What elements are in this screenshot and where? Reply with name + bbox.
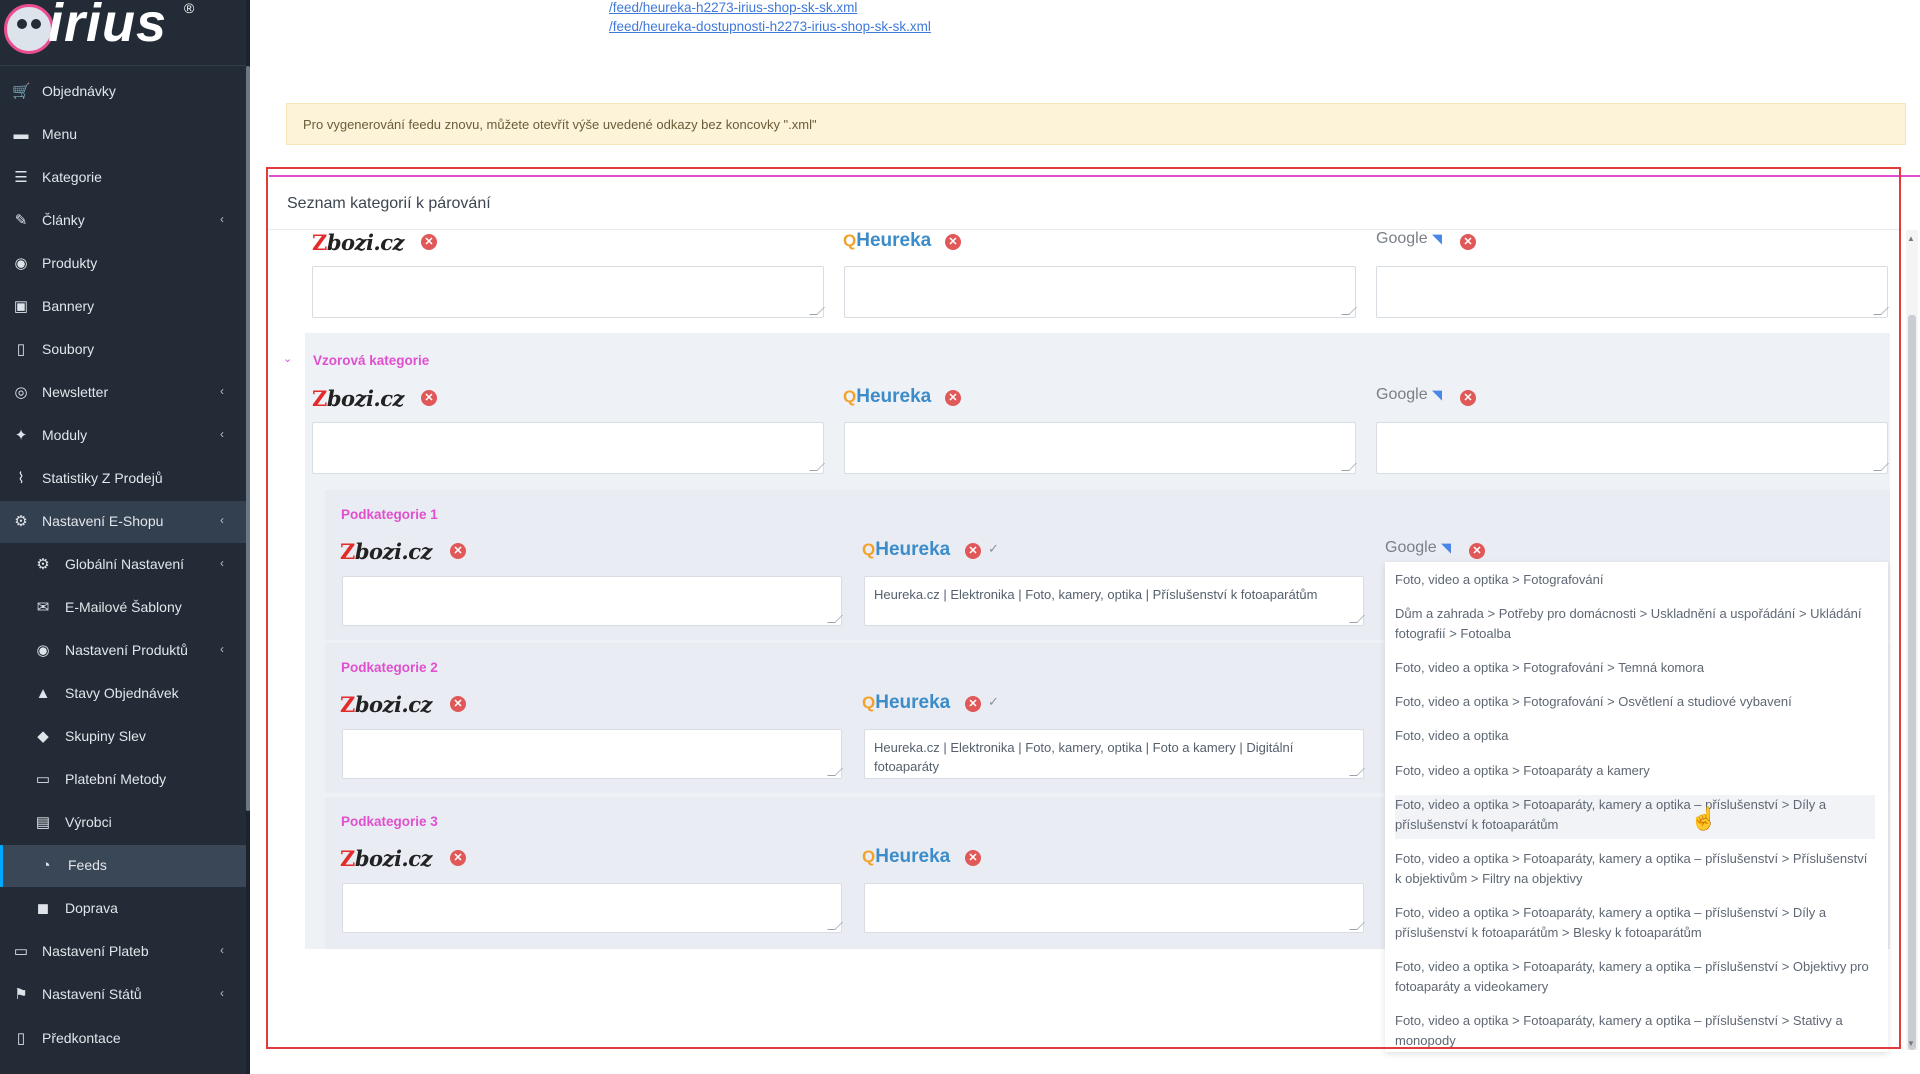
sidebar-item-label: Moduly [42, 427, 88, 443]
file-icon: ▯ [16, 341, 26, 358]
brand-logo[interactable]: irius ® [0, 0, 250, 66]
sidebar-item-label: Nastavení Plateb [42, 943, 149, 959]
sidebar-item-4[interactable]: ✎ Články ‹ [0, 200, 246, 242]
sidebar-item-2[interactable]: ▬ Menu [0, 114, 246, 156]
feed-link-heureka[interactable]: /feed/heureka-h2273-irius-shop-sk-sk.xml [609, 0, 857, 15]
highlight-box [266, 167, 1901, 1049]
gear-icon: ⚙ [36, 556, 50, 573]
scroll-up-icon[interactable]: ▲ [1907, 234, 1915, 243]
sidebar-item-label: Skupiny Slev [65, 728, 146, 744]
sidebar-item-10[interactable]: ⌇ Statistiky Z Prodejů [0, 458, 246, 500]
chevron-left-icon: ‹ [220, 513, 224, 527]
mascot-icon [4, 4, 54, 54]
sidebar-item-16[interactable]: ◆ Skupiny Slev [0, 716, 246, 758]
sidebar-item-label: Stavy Objednávek [65, 685, 179, 701]
sidebar: irius ® 🛒 Objednávky ▬ Menu ☰ Kategorie ✎ Článk… [0, 0, 250, 1074]
settings-icon: ⚙ [14, 513, 28, 530]
sidebar-item-8[interactable]: ◎ Newsletter ‹ [0, 372, 246, 414]
sidebar-item-label: Výrobci [65, 814, 112, 830]
sidebar-item-label: E-Mailové Šablony [65, 599, 182, 615]
content-scrollbar[interactable]: ▲ ▼ [1906, 230, 1918, 1050]
chevron-left-icon: ‹ [220, 427, 224, 441]
list-icon: ☰ [14, 169, 28, 186]
sidebar-item-label: Soubory [42, 341, 95, 357]
rss-icon: ◔ [41, 857, 51, 874]
registered-mark: ® [184, 0, 195, 16]
credit-card-icon: ▭ [13, 943, 29, 960]
sidebar-item-label: Newsletter [42, 384, 109, 400]
alert-text: Pro vygenerování feedu znovu, můžete ote… [303, 117, 817, 132]
scroll-down-icon[interactable]: ▼ [1907, 1039, 1915, 1048]
sidebar-item-label: Produkty [42, 255, 98, 271]
envelope-icon: ✉ [36, 599, 50, 616]
sidebar-item-19[interactable]: ◔ Feeds [0, 845, 246, 887]
chevron-left-icon: ‹ [220, 943, 224, 957]
chevron-left-icon: ‹ [220, 556, 224, 570]
puzzle-icon: ✦ [14, 427, 28, 444]
chevron-left-icon: ‹ [220, 642, 224, 656]
image-icon: ▣ [13, 298, 29, 315]
feed-link-heureka-dostupnosti[interactable]: /feed/heureka-dostupnosti-h2273-irius-sh… [609, 19, 931, 34]
sidebar-item-label: Feeds [68, 857, 107, 873]
sidebar-item-15[interactable]: ▲ Stavy Objednávek [0, 673, 246, 715]
content-scroll-thumb[interactable] [1908, 315, 1916, 1050]
sidebar-item-12[interactable]: ⚙ Globální Nastavení ‹ [0, 544, 246, 586]
sidebar-item-7[interactable]: ▯ Soubory [0, 329, 246, 371]
info-alert: Pro vygenerování feedu znovu, můžete ote… [286, 103, 1906, 145]
sidebar-item-20[interactable]: ◼ Doprava [0, 888, 246, 930]
sidebar-item-14[interactable]: ◉ Nastavení Produktů ‹ [0, 630, 246, 672]
sidebar-item-18[interactable]: ▤ Výrobci [0, 802, 246, 844]
sidebar-item-13[interactable]: ✉ E-Mailové Šablony [0, 587, 246, 629]
sidebar-item-17[interactable]: ▭ Platební Metody [0, 759, 246, 801]
building-icon: ▤ [35, 814, 51, 831]
file-icon: ▯ [16, 1030, 26, 1047]
sidebar-item-label: Doprava [65, 900, 118, 916]
hand-cursor-icon: ☝ [1690, 806, 1718, 831]
sidebar-item-5[interactable]: ◉ Produkty [0, 243, 246, 285]
sidebar-item-11[interactable]: ⚙ Nastavení E-Shopu ‹ [0, 501, 246, 543]
sidebar-item-23[interactable]: ▯ Předkontace [0, 1018, 246, 1060]
truck-icon: ◼ [36, 900, 50, 917]
palette-icon: ◉ [36, 642, 50, 659]
sidebar-item-label: Platební Metody [65, 771, 167, 787]
sidebar-item-label: Předkontace [42, 1030, 121, 1046]
sidebar-item-label: Menu [42, 126, 78, 142]
sidebar-item-6[interactable]: ▣ Bannery [0, 286, 246, 328]
sidebar-item-1[interactable]: 🛒 Objednávky [0, 71, 246, 113]
sidebar-item-label: Globální Nastavení [65, 556, 185, 572]
pencil-icon: ✎ [14, 212, 28, 229]
sidebar-item-label: Nastavení E-Shopu [42, 513, 164, 529]
sidebar-item-label: Bannery [42, 298, 95, 314]
palette-icon: ◉ [14, 255, 28, 272]
bell-icon: ▲ [35, 685, 51, 702]
flag-icon: ⚑ [14, 986, 28, 1003]
sidebar-item-9[interactable]: ✦ Moduly ‹ [0, 415, 246, 457]
sidebar-item-label: Statistiky Z Prodejů [42, 470, 163, 486]
sidebar-item-label: Nastavení Států [42, 986, 142, 1002]
sidebar-item-label: Kategorie [42, 169, 102, 185]
newsletter-icon: ◎ [14, 384, 28, 401]
sidebar-item-label: Nastavení Produktů [65, 642, 188, 658]
sidebar-item-label: Články [42, 212, 85, 228]
credit-card-icon: ▭ [35, 771, 51, 788]
logo-text: irius [48, 0, 168, 53]
chart-line-icon: ⌇ [17, 470, 25, 487]
chevron-left-icon: ‹ [220, 986, 224, 1000]
sidebar-item-21[interactable]: ▭ Nastavení Plateb ‹ [0, 931, 246, 973]
chevron-left-icon: ‹ [220, 212, 224, 226]
sidebar-item-label: Objednávky [42, 83, 116, 99]
cart-icon: 🛒 [12, 83, 31, 100]
folder-icon: ▬ [13, 126, 29, 143]
chevron-left-icon: ‹ [220, 384, 224, 398]
sidebar-item-22[interactable]: ⚑ Nastavení Států ‹ [0, 974, 246, 1016]
tag-icon: ◆ [37, 728, 49, 745]
sidebar-item-3[interactable]: ☰ Kategorie [0, 157, 246, 199]
